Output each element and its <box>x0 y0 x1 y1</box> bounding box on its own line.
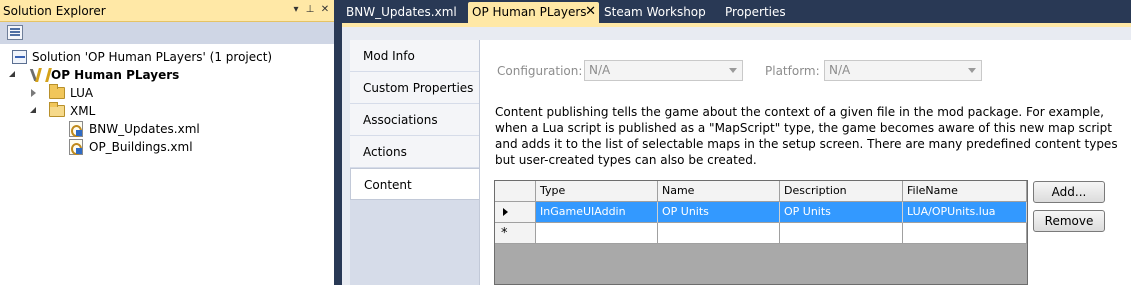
tab-label: Mod Info <box>363 49 415 63</box>
tree-node-label: OP_Buildings.xml <box>89 140 193 154</box>
cell-description[interactable]: OP Units <box>780 202 903 223</box>
panel-splitter[interactable] <box>334 0 342 285</box>
configuration-select[interactable]: N/A <box>584 60 743 81</box>
chevron-down-icon <box>968 68 976 73</box>
description-line: Content publishing tells the game about … <box>495 105 1104 119</box>
platform-select[interactable]: N/A <box>824 60 982 81</box>
chevron-down-icon[interactable]: ▾ <box>289 3 303 17</box>
tree-node-label: BNW_Updates.xml <box>89 122 200 136</box>
tree-node-folder-xml[interactable]: XML <box>0 102 334 120</box>
current-row-icon <box>503 208 508 216</box>
tab-label: Content <box>364 178 412 192</box>
pin-icon[interactable]: ⊥ <box>303 3 317 17</box>
solution-explorer-title-bar: Solution Explorer ▾ ⊥ ✕ <box>0 0 334 22</box>
tab-custom-properties[interactable]: Custom Properties <box>350 72 479 104</box>
folder-icon <box>49 84 65 99</box>
tab-label: OP Human PLayers <box>472 5 587 19</box>
tab-label: Associations <box>363 113 438 127</box>
tab-associations[interactable]: Associations <box>350 104 479 136</box>
tab-label: Actions <box>363 145 407 159</box>
tree-node-folder-lua[interactable]: LUA <box>0 84 334 102</box>
new-row-cell[interactable] <box>903 223 1027 244</box>
solution-explorer-panel: Solution Explorer ▾ ⊥ ✕ Solution 'OP Hum… <box>0 0 334 285</box>
select-value: N/A <box>589 63 611 77</box>
description-line: when a Lua script is published as a "Map… <box>495 121 1112 135</box>
tab-label: Custom Properties <box>363 81 474 95</box>
xml-file-icon <box>69 139 83 155</box>
row-header[interactable] <box>495 202 536 223</box>
tree-node-file-op-buildings[interactable]: OP_Buildings.xml <box>0 138 334 156</box>
close-tab-icon[interactable]: ✕ <box>585 2 596 22</box>
tab-actions[interactable]: Actions <box>350 136 479 168</box>
new-row-icon: * <box>501 226 508 241</box>
new-row-cell[interactable] <box>536 223 658 244</box>
tab-label: Steam Workshop <box>604 5 706 19</box>
tree-node-file-bnw-updates[interactable]: BNW_Updates.xml <box>0 120 334 138</box>
close-icon[interactable]: ✕ <box>318 3 332 17</box>
solution-explorer-title: Solution Explorer <box>3 4 106 18</box>
remove-button[interactable]: Remove <box>1033 210 1105 232</box>
new-row-cell[interactable] <box>658 223 780 244</box>
cell-type[interactable]: InGameUIAddin <box>536 202 658 223</box>
tab-content[interactable]: Content <box>350 168 480 200</box>
tree-node-label: LUA <box>70 86 94 100</box>
content-panel: Configuration: N/A Platform: N/A Content… <box>479 40 1131 285</box>
add-button[interactable]: Add... <box>1033 181 1105 203</box>
folder-open-icon <box>49 102 65 117</box>
project-icon <box>30 67 46 83</box>
select-value: N/A <box>829 63 851 77</box>
new-row-cell[interactable] <box>780 223 903 244</box>
tree-node-label: Solution 'OP Human PLayers' (1 project) <box>32 50 273 64</box>
description-line: but user-created types can also be creat… <box>495 153 757 167</box>
content-description: Content publishing tells the game about … <box>495 104 1125 168</box>
new-row-header[interactable]: * <box>495 223 536 244</box>
document-tab-bar: BNW_Updates.xml OP Human PLayers ✕ Steam… <box>342 0 1131 24</box>
tab-mod-info[interactable]: Mod Info <box>350 40 479 72</box>
tree-node-solution[interactable]: Solution 'OP Human PLayers' (1 project) <box>0 48 334 66</box>
column-header-filename[interactable]: FileName <box>903 181 1027 202</box>
tree-node-project[interactable]: OP Human PLayers <box>0 66 334 84</box>
tab-op-human-players[interactable]: OP Human PLayers ✕ <box>468 2 599 23</box>
property-tabs: Mod Info Custom Properties Associations … <box>350 40 480 285</box>
cell-filename[interactable]: LUA/OPUnits.lua <box>903 202 1027 223</box>
tree-node-label: XML <box>70 104 96 118</box>
tab-label: BNW_Updates.xml <box>346 5 457 19</box>
project-properties-page: Mod Info Custom Properties Associations … <box>342 27 1131 285</box>
configuration-label: Configuration: <box>497 64 583 78</box>
column-header-type[interactable]: Type <box>536 181 658 202</box>
solution-icon <box>12 50 27 64</box>
description-line: and adds it to the list of selectable ma… <box>495 137 1118 151</box>
tab-steam-workshop[interactable]: Steam Workshop <box>600 2 712 23</box>
tab-label: Properties <box>725 5 786 19</box>
content-grid[interactable]: Type Name Description FileName InGameUIA… <box>494 180 1028 285</box>
xml-file-icon <box>69 121 83 137</box>
collapse-arrow-icon[interactable] <box>9 71 15 77</box>
column-header-description[interactable]: Description <box>780 181 903 202</box>
tab-bnw-updates[interactable]: BNW_Updates.xml <box>342 2 464 23</box>
tab-properties[interactable]: Properties <box>721 2 801 23</box>
properties-icon[interactable] <box>7 25 23 40</box>
cell-name[interactable]: OP Units <box>658 202 780 223</box>
solution-explorer-toolbar <box>0 22 334 44</box>
chevron-down-icon <box>729 68 737 73</box>
tree-node-label: OP Human PLayers <box>51 68 180 82</box>
expand-arrow-icon[interactable] <box>31 89 36 97</box>
collapse-arrow-icon[interactable] <box>30 107 36 113</box>
column-header-name[interactable]: Name <box>658 181 780 202</box>
grid-corner-header <box>495 181 536 202</box>
platform-label: Platform: <box>765 64 820 78</box>
